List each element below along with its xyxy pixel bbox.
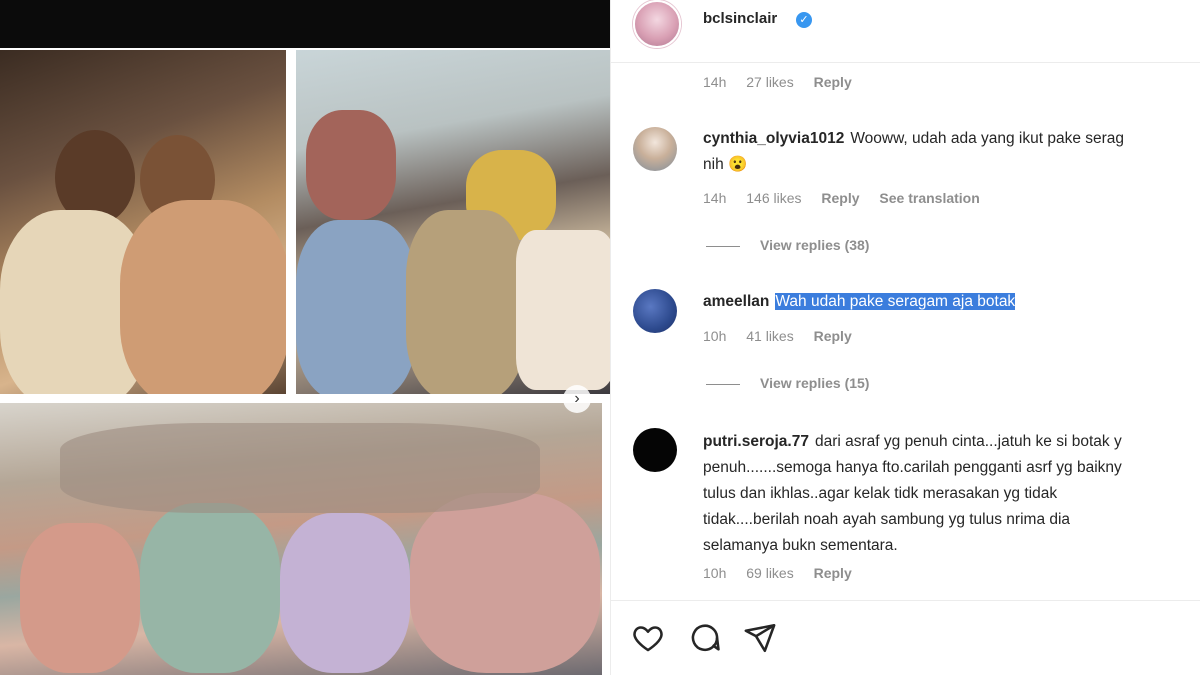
comment-time: 14h [703, 190, 727, 206]
post-username[interactable]: bclsinclair [703, 10, 777, 27]
person [410, 493, 600, 673]
person [140, 503, 280, 673]
comment-likes[interactable]: 146 likes [746, 190, 801, 206]
comment-body-line4: tidak....berilah noah ayah sambung yg tu… [703, 511, 1071, 528]
avatar[interactable] [633, 428, 677, 472]
reply-button[interactable]: Reply [814, 74, 852, 90]
photo-family [0, 403, 602, 675]
view-replies-button[interactable]: View replies (15) [706, 375, 869, 391]
carousel-next-button[interactable]: › [563, 385, 591, 413]
comment-text: ameellan Wah udah pake seragam aja botak [703, 289, 1200, 315]
comment-body-line1: dari asraf yg penuh cinta...jatuh ke si … [814, 433, 1122, 450]
comment-time: 10h [703, 328, 727, 344]
comment-username[interactable]: ameellan [703, 293, 769, 310]
comment-time: 10h [703, 565, 727, 581]
comment-likes[interactable]: 69 likes [746, 565, 793, 581]
heart-icon[interactable] [631, 621, 665, 655]
comment-body-line5: selamanya bukn sementara. [703, 537, 898, 554]
post-media: › [0, 0, 610, 675]
reply-button[interactable]: Reply [814, 565, 852, 581]
avatar[interactable] [633, 127, 677, 171]
view-replies-label: View replies (15) [760, 375, 870, 391]
comment-text: putri.seroja.77 dari asraf yg penuh cinta… [703, 429, 1200, 559]
verified-badge-icon: ✓ [796, 12, 812, 28]
person [296, 220, 416, 394]
see-translation-button[interactable]: See translation [879, 190, 979, 206]
comment-likes[interactable]: 41 likes [746, 328, 793, 344]
person-dress [120, 200, 286, 394]
comment-body-line2: penuh.......semoga hanya fto.carilah pen… [703, 459, 1122, 476]
view-replies-button[interactable]: View replies (38) [706, 237, 869, 253]
comments-panel: bclsinclair ✓ 14h 27 likes Reply cynthia… [610, 0, 1200, 675]
person [406, 210, 526, 394]
person [306, 110, 396, 220]
post-header: bclsinclair ✓ [611, 0, 1200, 63]
avatar[interactable] [633, 289, 677, 333]
view-replies-label: View replies (38) [760, 237, 870, 253]
divider [706, 383, 740, 385]
comment-body-line3: tulus dan ikhlas..agar kelak tidk merasa… [703, 485, 1058, 502]
reply-button[interactable]: Reply [821, 190, 859, 206]
person [280, 513, 410, 673]
person [20, 523, 140, 673]
comment-likes[interactable]: 27 likes [746, 74, 793, 90]
divider [706, 245, 740, 247]
comment-body-selected: Wah udah pake seragam aja botak [775, 293, 1016, 310]
comment-body-line2: nih 😮 [703, 156, 748, 173]
comment-body: Wooww, udah ada yang ikut pake serag [850, 130, 1125, 147]
comment-meta: 10h 41 likes Reply [703, 328, 868, 344]
send-icon[interactable] [743, 621, 777, 655]
post-actions-bar [611, 600, 1200, 676]
table [516, 230, 610, 390]
comment-meta: 10h 69 likes Reply [703, 565, 868, 581]
crowd-back-row [60, 423, 540, 513]
avatar[interactable] [633, 0, 681, 48]
comment-meta: 14h 27 likes Reply [703, 74, 868, 90]
comment-username[interactable]: putri.seroja.77 [703, 433, 809, 450]
reply-button[interactable]: Reply [814, 328, 852, 344]
media-top-bar [0, 0, 610, 48]
photo-couple [0, 50, 286, 394]
comment-time: 14h [703, 74, 727, 90]
comment-text: cynthia_olyvia1012 Wooww, udah ada yang i… [703, 126, 1200, 178]
comment-icon[interactable] [688, 621, 722, 655]
comment-username[interactable]: cynthia_olyvia1012 [703, 130, 844, 147]
photo-group [296, 50, 610, 394]
comment-meta: 14h 146 likes Reply See translation [703, 190, 996, 206]
